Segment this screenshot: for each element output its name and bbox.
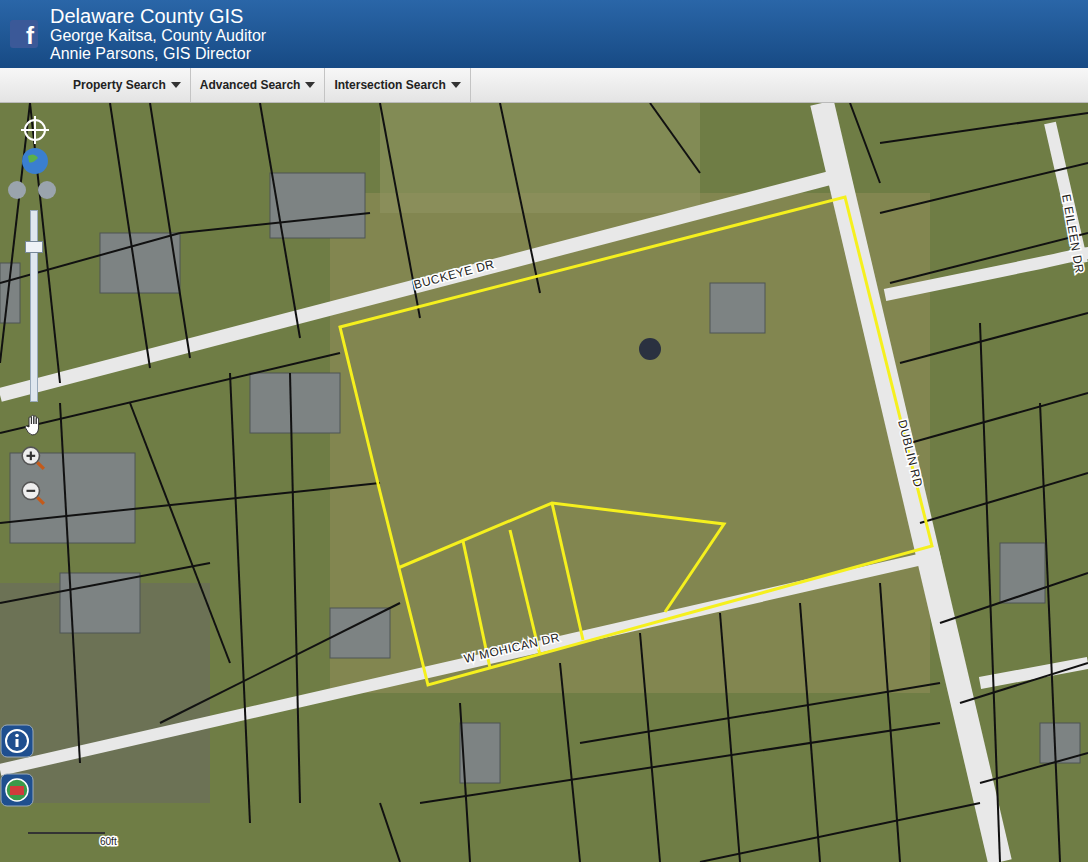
hand-icon[interactable] xyxy=(22,413,46,437)
parcel-line xyxy=(800,603,820,862)
caret-icon xyxy=(305,82,315,88)
header-line: George Kaitsa, County Auditor xyxy=(50,27,266,45)
parcel-line xyxy=(960,663,1088,703)
map-canvas[interactable]: BUCKEYE DR W MOHICAN DR DUBLIN RD E EILEEN … xyxy=(0,103,1088,862)
zoom-slider[interactable] xyxy=(30,210,38,402)
parcel-line xyxy=(880,113,1088,143)
menu-button[interactable]: Advanced Search xyxy=(191,68,326,102)
globe-icon[interactable] xyxy=(20,146,50,176)
parcel-line xyxy=(110,103,150,368)
parcel-line xyxy=(460,703,470,862)
parcel-line xyxy=(0,353,340,433)
parcel-line xyxy=(160,603,400,723)
menu-button[interactable]: Intersection Search xyxy=(325,68,470,102)
scale-bar xyxy=(28,832,105,834)
parcel-line xyxy=(720,613,740,862)
building xyxy=(100,233,180,293)
road xyxy=(0,178,830,395)
parcel-line xyxy=(640,633,660,862)
street-label: W MOHICAN DR xyxy=(463,630,562,666)
parcel-line xyxy=(230,373,250,823)
road xyxy=(0,555,940,770)
trampoline xyxy=(639,338,661,360)
menu-label: Intersection Search xyxy=(334,78,445,92)
selected-lot[interactable] xyxy=(552,503,583,640)
pan-icon[interactable] xyxy=(20,115,50,145)
forward-icon[interactable] xyxy=(38,181,56,199)
menu-button[interactable]: Property Search xyxy=(64,68,191,102)
selected-lot[interactable] xyxy=(398,503,724,612)
building xyxy=(710,283,765,333)
selected-parcel[interactable] xyxy=(340,197,932,685)
header-titles: Delaware County GIS George Kaitsa, Count… xyxy=(50,5,266,62)
parcel-line xyxy=(890,233,1088,283)
caret-icon xyxy=(171,82,181,88)
parcel-line xyxy=(290,373,300,803)
parcel-line xyxy=(560,663,580,862)
info-icon[interactable] xyxy=(0,724,34,758)
field xyxy=(380,103,700,213)
toolbar: Property Search Advanced Search Intersec… xyxy=(0,68,1088,103)
building xyxy=(10,453,135,543)
header: f Delaware County GIS George Kaitsa, Cou… xyxy=(0,0,1088,68)
parcel-line xyxy=(920,473,1088,523)
parcel-line xyxy=(150,103,190,358)
parcel-line xyxy=(910,393,1088,443)
parcel-line xyxy=(0,563,210,603)
back-icon[interactable] xyxy=(8,181,26,199)
menu-label: Property Search xyxy=(73,78,166,92)
menu-label: Advanced Search xyxy=(200,78,301,92)
zoom-in-icon[interactable] xyxy=(20,445,46,471)
building xyxy=(270,173,365,238)
parcel-line xyxy=(180,213,370,233)
field xyxy=(330,193,930,693)
building xyxy=(250,373,340,433)
map[interactable]: BUCKEYE DR W MOHICAN DR DUBLIN RD E EILEEN … xyxy=(0,103,1088,862)
aerial-imagery xyxy=(0,103,1088,862)
parcel-line xyxy=(900,313,1088,363)
gis-app: f Delaware County GIS George Kaitsa, Cou… xyxy=(0,0,1088,862)
street-label: BUCKEYE DR xyxy=(412,257,496,292)
parcel-line xyxy=(380,803,400,862)
parcel-line xyxy=(580,683,940,743)
parcel-line xyxy=(60,403,80,763)
parcel-line xyxy=(420,723,940,803)
street-label: DUBLIN RD xyxy=(895,418,925,489)
zoom-out-icon[interactable] xyxy=(20,480,46,506)
facebook-icon[interactable]: f xyxy=(10,20,38,48)
parcel-line xyxy=(700,803,980,862)
caret-icon xyxy=(451,82,461,88)
layers-icon[interactable] xyxy=(0,773,34,807)
parcel-line xyxy=(940,573,1088,623)
site-title: Delaware County GIS xyxy=(50,5,266,27)
parcel-line xyxy=(980,323,1000,862)
parcel-line xyxy=(850,103,880,183)
zoom-thumb[interactable] xyxy=(25,241,43,253)
parcel-line xyxy=(130,403,230,663)
scale-label: 60ft xyxy=(100,836,117,847)
building xyxy=(1000,543,1045,603)
header-line: Annie Parsons, GIS Director xyxy=(50,45,266,63)
parcel-line xyxy=(500,103,540,293)
parcel-line xyxy=(880,163,1088,213)
parcel-line xyxy=(650,103,700,173)
street-label: E EILEEN DR xyxy=(1059,193,1087,274)
parcel-line xyxy=(0,233,180,283)
building xyxy=(460,723,500,783)
parcel-line xyxy=(1040,403,1060,862)
parcel-line xyxy=(0,483,380,523)
parcel-line xyxy=(0,103,30,363)
